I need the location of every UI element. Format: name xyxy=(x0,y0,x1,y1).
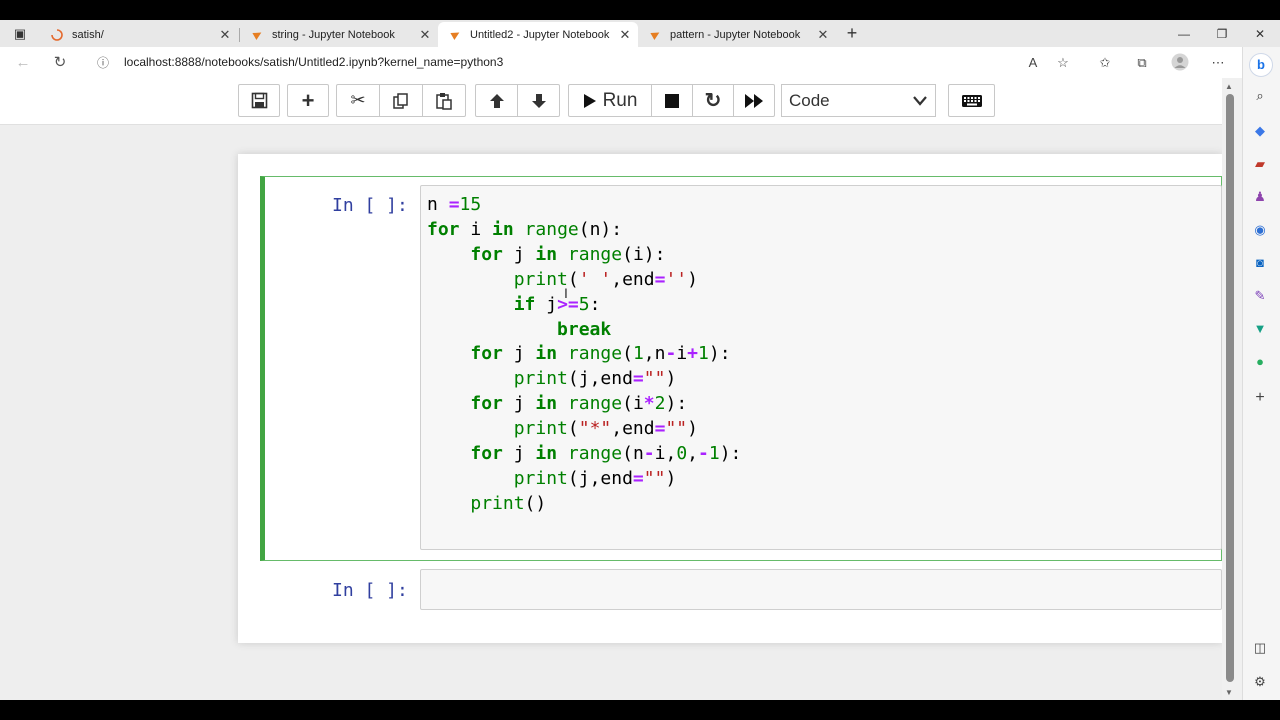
url-field[interactable]: localhost:8888/notebooks/satish/Untitled… xyxy=(124,55,503,69)
jupyter-icon xyxy=(648,28,662,42)
code-editor[interactable] xyxy=(420,569,1222,610)
close-tab-icon[interactable]: ✕ xyxy=(416,27,434,43)
text-cursor-icon: I xyxy=(564,285,568,301)
close-tab-icon[interactable]: ✕ xyxy=(616,27,634,43)
reload-icon[interactable]: ↻ xyxy=(49,52,71,74)
cell-source: n =15 for i in range(n): for j in range(… xyxy=(427,194,742,514)
paste-button[interactable] xyxy=(422,84,466,117)
screen: ▣ satish/ ✕ string - Jupyter Notebook ✕ … xyxy=(0,0,1280,720)
tab-title: pattern - Jupyter Notebook xyxy=(670,28,801,41)
notebook-toolbar: + ✂ Run ↻ Code xyxy=(0,78,1242,125)
jupyter-page: + ✂ Run ↻ Code In []: n =15 for i in ra… xyxy=(0,78,1242,700)
add-sidebar-app-icon[interactable]: + xyxy=(1251,389,1269,407)
office-icon[interactable]: ◉ xyxy=(1251,221,1269,239)
jupyter-icon xyxy=(250,28,264,42)
play-icon xyxy=(583,93,596,108)
keyboard-icon xyxy=(961,94,982,107)
outlook-icon[interactable]: ◙ xyxy=(1251,254,1269,272)
input-prompt: In [ ]: xyxy=(332,580,408,601)
tools-icon[interactable]: ▰ xyxy=(1251,155,1269,173)
jupyter-icon xyxy=(448,28,462,42)
save-button[interactable] xyxy=(238,84,280,117)
run-button-label: Run xyxy=(602,89,638,111)
restart-run-all-button[interactable] xyxy=(733,84,775,117)
drop-icon[interactable]: ▼ xyxy=(1251,320,1269,338)
tab-title: Untitled2 - Jupyter Notebook xyxy=(470,28,610,41)
tab-pattern[interactable]: pattern - Jupyter Notebook ✕ xyxy=(638,22,836,47)
run-button[interactable]: Run xyxy=(568,84,652,117)
scroll-up-icon[interactable]: ▲ xyxy=(1225,82,1233,91)
browser-tab-bar: ▣ satish/ ✕ string - Jupyter Notebook ✕ … xyxy=(0,20,1280,47)
site-info-icon[interactable]: ⓘ xyxy=(92,52,114,74)
favorites-icon[interactable]: ✩ xyxy=(1095,53,1115,73)
arrow-down-icon xyxy=(531,93,546,108)
close-window-icon[interactable]: ✕ xyxy=(1240,20,1280,47)
code-cell[interactable]: In [ ]: xyxy=(260,564,1222,614)
games-icon[interactable]: ♟ xyxy=(1251,188,1269,206)
minimize-icon[interactable]: — xyxy=(1164,20,1204,47)
restart-icon: ↻ xyxy=(704,90,722,112)
interrupt-kernel-button[interactable] xyxy=(651,84,693,117)
fast-forward-icon xyxy=(745,93,763,108)
sidebar-settings-icon[interactable]: ⚙ xyxy=(1251,673,1269,691)
browser-sidebar: b ⌕ ◆ ▰ ♟ ◉ ◙ ✎ ▼ ● + ◫ ⚙ xyxy=(1242,47,1280,700)
tab-satish[interactable]: satish/ ✕ xyxy=(40,22,238,47)
loading-spinner-icon xyxy=(50,28,64,42)
move-cell-down-button[interactable] xyxy=(517,84,560,117)
cell-type-value: Code xyxy=(789,91,830,110)
scroll-down-icon[interactable]: ▼ xyxy=(1225,688,1233,697)
plus-icon: + xyxy=(301,87,315,113)
close-tab-icon[interactable]: ✕ xyxy=(814,27,832,43)
code-editor[interactable]: n =15 for i in range(n): for j in range(… xyxy=(420,185,1222,550)
input-prompt: In [ ]: xyxy=(332,195,408,216)
scissors-icon: ✂ xyxy=(350,90,366,110)
tab-title: string - Jupyter Notebook xyxy=(272,28,395,41)
command-palette-button[interactable] xyxy=(948,84,995,117)
copy-button[interactable] xyxy=(379,84,423,117)
search-icon[interactable]: ⌕ xyxy=(1251,87,1269,105)
chevron-down-icon xyxy=(913,85,927,118)
tree-icon[interactable]: ● xyxy=(1251,353,1269,371)
add-favorite-icon[interactable]: ☆ xyxy=(1053,53,1073,73)
save-icon xyxy=(251,92,267,109)
collections-icon[interactable]: ⧉ xyxy=(1132,53,1152,73)
code-cell-selected[interactable]: In [ ]: n =15 for i in range(n): for j i… xyxy=(260,176,1222,561)
designer-icon[interactable]: ✎ xyxy=(1251,287,1269,305)
insert-cell-button[interactable]: + xyxy=(287,84,329,117)
tab-untitled2[interactable]: Untitled2 - Jupyter Notebook ✕ xyxy=(438,22,638,47)
cell-type-select[interactable]: Code xyxy=(781,84,936,117)
copilot-icon[interactable]: b xyxy=(1249,53,1273,77)
restart-kernel-button[interactable]: ↻ xyxy=(692,84,734,117)
restore-window-icon[interactable]: ❐ xyxy=(1202,20,1242,47)
move-cell-up-button[interactable] xyxy=(475,84,518,117)
stop-icon xyxy=(665,93,679,108)
paste-icon xyxy=(436,92,452,110)
cut-button[interactable]: ✂ xyxy=(336,84,380,117)
read-aloud-icon[interactable]: A xyxy=(1023,53,1043,73)
tab-title: satish/ xyxy=(72,28,104,41)
address-bar: ← ↻ ⓘ localhost:8888/notebooks/satish/Un… xyxy=(0,47,1242,78)
new-tab-icon[interactable]: + xyxy=(842,22,862,44)
shopping-icon[interactable]: ◆ xyxy=(1251,122,1269,140)
page-scrollbar[interactable]: ▲ ▼ xyxy=(1222,78,1242,700)
tab-string[interactable]: string - Jupyter Notebook ✕ xyxy=(240,22,438,47)
hide-sidebar-icon[interactable]: ◫ xyxy=(1251,639,1269,657)
copy-icon xyxy=(393,92,408,109)
arrow-up-icon xyxy=(489,93,504,108)
tab-actions-icon[interactable]: ▣ xyxy=(0,20,40,47)
back-arrow-icon[interactable]: ← xyxy=(12,52,34,74)
more-menu-icon[interactable]: ⋯ xyxy=(1208,53,1228,73)
scroll-thumb[interactable] xyxy=(1226,94,1234,682)
notebook-container: In [ ]: n =15 for i in range(n): for j i… xyxy=(238,154,1222,643)
close-tab-icon[interactable]: ✕ xyxy=(216,27,234,43)
profile-avatar-icon[interactable] xyxy=(1170,53,1190,73)
